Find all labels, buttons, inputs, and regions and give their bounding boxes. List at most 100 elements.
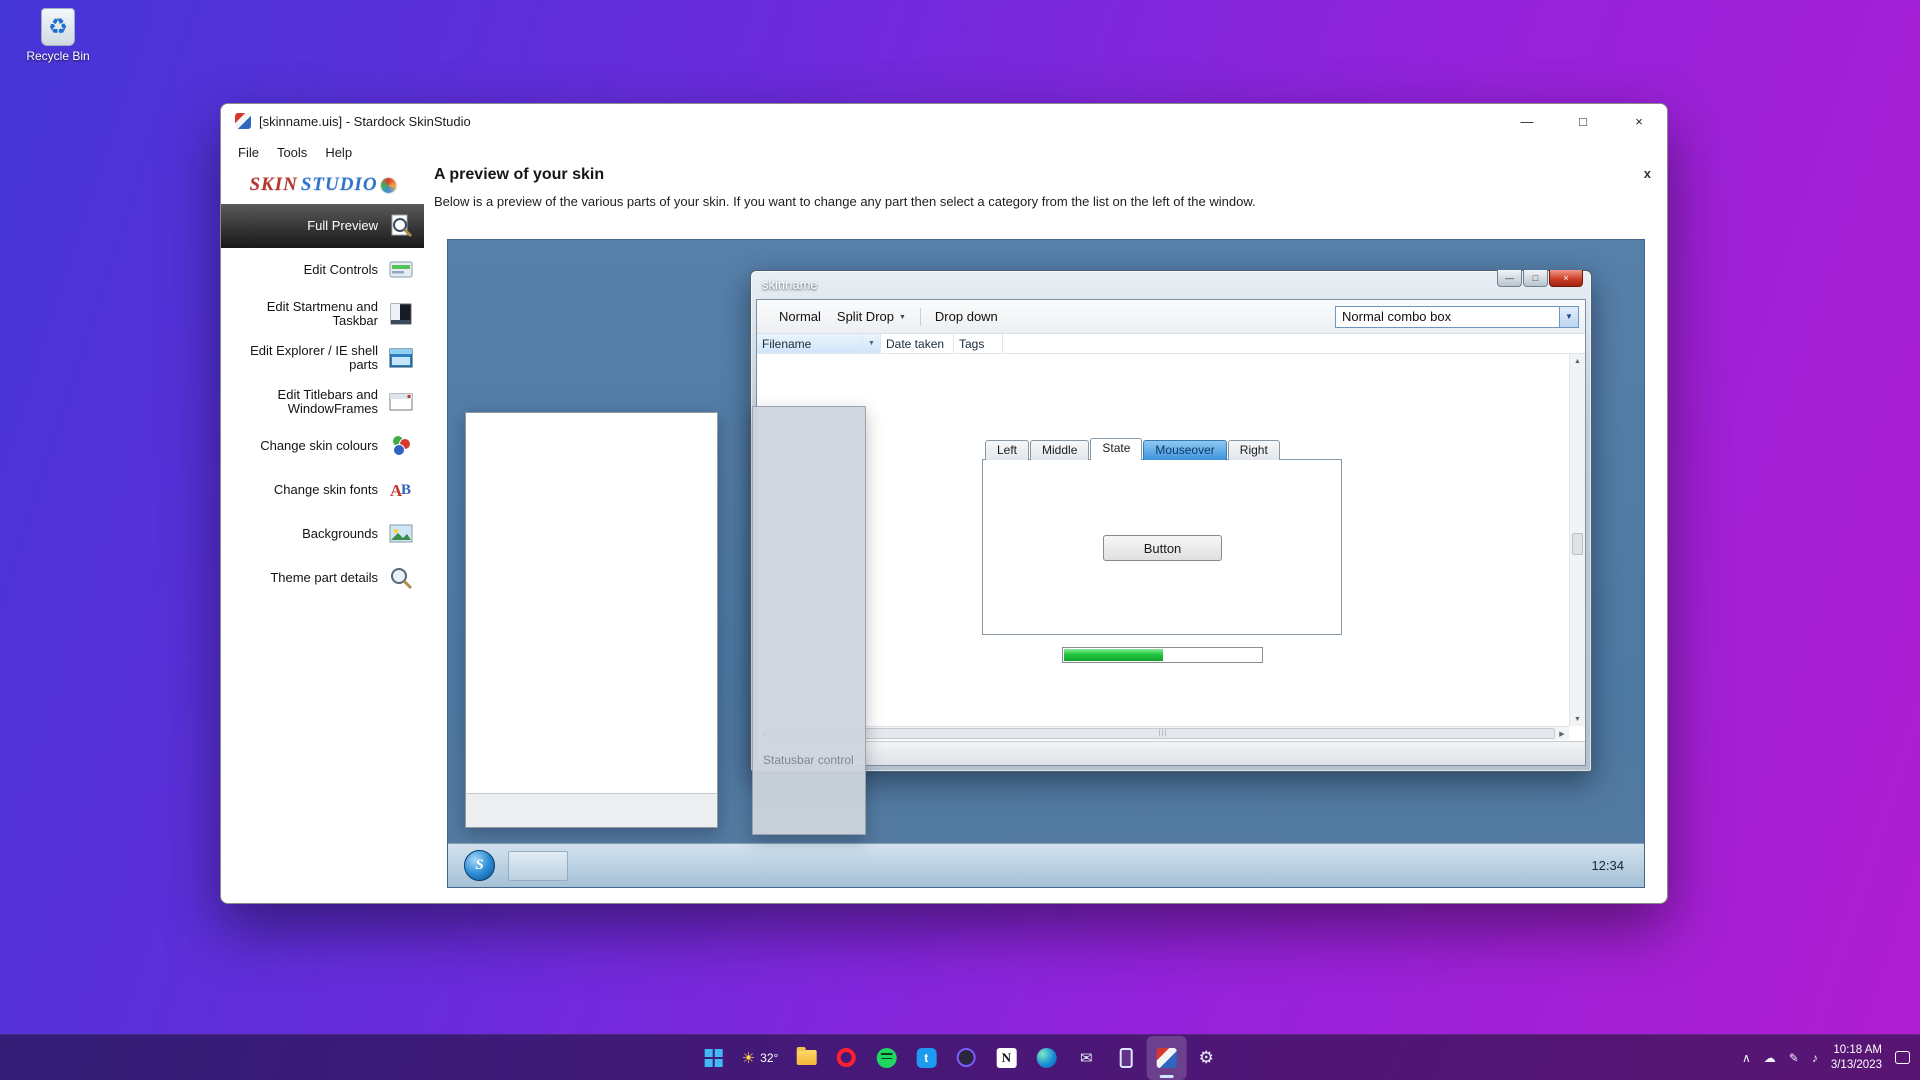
taskbar-center-icons: ☀ 32° t N ✉ ⚙ — [694, 1035, 1227, 1080]
volume-icon[interactable]: ♪ — [1812, 1051, 1818, 1065]
scroll-up-icon[interactable]: ▲ — [1570, 354, 1585, 368]
preview-maximize-button[interactable]: □ — [1523, 270, 1548, 287]
gear-icon: ⚙ — [1199, 1048, 1214, 1068]
preview-start-orb[interactable]: S — [464, 850, 495, 881]
vertical-scroll-thumb[interactable] — [1572, 533, 1583, 555]
notion-icon: N — [996, 1048, 1016, 1068]
scroll-grip-icon: ||| — [1159, 730, 1167, 737]
cloud-icon[interactable]: ☁ — [1764, 1051, 1776, 1065]
tab-state[interactable]: State — [1090, 438, 1142, 460]
twitter-icon: t — [916, 1048, 936, 1068]
recycle-bin[interactable]: ♻ Recycle Bin — [14, 8, 102, 63]
window-titlebar[interactable]: [skinname.uis] - Stardock SkinStudio — □… — [221, 104, 1667, 138]
tray-chevron-icon[interactable]: ∧ — [1742, 1051, 1751, 1065]
sidebar-item-edit-startmenu[interactable]: Edit Startmenu and Taskbar — [221, 292, 424, 336]
system-tray: ∧ ☁ ✎ ♪ 10:18 AM 3/13/2023 — [1742, 1035, 1910, 1080]
mail-icon: ✉ — [1080, 1049, 1093, 1067]
app-icon — [235, 113, 251, 129]
preview-toolbar: Normal Split Drop▼ Drop down Normal comb… — [757, 300, 1585, 334]
column-header-date-taken[interactable]: Date taken — [881, 334, 954, 353]
discord-icon — [957, 1048, 976, 1067]
column-header-tags[interactable]: Tags — [954, 334, 1003, 353]
close-icon: × — [1635, 114, 1643, 129]
edge-icon — [1036, 1048, 1056, 1068]
sidebar-item-skin-colours[interactable]: Change skin colours — [221, 424, 424, 468]
sidebar-item-full-preview[interactable]: Full Preview — [221, 204, 424, 248]
maximize-button[interactable]: □ — [1555, 104, 1611, 138]
menu-tools[interactable]: Tools — [268, 145, 316, 160]
sidebar-item-skin-fonts[interactable]: Change skin fonts AB — [221, 468, 424, 512]
split-drop-arrow-icon: ▼ — [899, 314, 906, 321]
horizontal-scrollbar[interactable]: ◀ ||| ▶ — [757, 726, 1569, 740]
settings-button[interactable]: ⚙ — [1186, 1036, 1226, 1080]
preview-window-statusbar — [757, 741, 1585, 765]
sidebar-item-edit-titlebars[interactable]: Edit Titlebars and WindowFrames — [221, 380, 424, 424]
toolbar-button-normal[interactable]: Normal — [771, 305, 829, 328]
tab-left[interactable]: Left — [985, 440, 1029, 460]
windows-taskbar: ☀ 32° t N ✉ ⚙ ∧ ☁ ✎ ♪ 10:18 AM 3/13/2023 — [0, 1034, 1920, 1080]
notifications-icon[interactable] — [1895, 1051, 1910, 1064]
tab-middle[interactable]: Middle — [1030, 440, 1089, 460]
close-button[interactable]: × — [1611, 104, 1667, 138]
toolbar-button-split-drop[interactable]: Split Drop▼ — [829, 305, 914, 328]
sidebar-item-edit-controls[interactable]: Edit Controls — [221, 248, 424, 292]
spotify-icon — [876, 1048, 896, 1068]
pen-input-icon[interactable]: ✎ — [1789, 1051, 1799, 1065]
opera-icon — [837, 1048, 856, 1067]
vertical-scrollbar[interactable]: ▲ ▼ — [1569, 354, 1585, 726]
minimize-icon: — — [1521, 114, 1534, 129]
skinstudio-window: [skinname.uis] - Stardock SkinStudio — □… — [220, 103, 1668, 904]
maximize-icon: □ — [1579, 114, 1587, 129]
window-controls: — □ × — [1499, 104, 1667, 138]
column-header-filename[interactable]: Filename — [757, 334, 863, 353]
preview-taskbar-button[interactable] — [508, 851, 568, 881]
skinstudio-logo: SKINSTUDIO — [221, 166, 424, 204]
mail-button[interactable]: ✉ — [1066, 1036, 1106, 1080]
tab-mouseover[interactable]: Mouseover — [1143, 440, 1226, 460]
statusbar-control-panel: Statusbar control — [752, 406, 866, 835]
skinstudio-taskbar-button[interactable] — [1146, 1036, 1186, 1080]
preview-window-titlebar[interactable]: skinname — □ × — [751, 271, 1591, 299]
titlebars-windowframes-icon — [387, 388, 415, 416]
normal-combo-box[interactable]: Normal combo box ▼ — [1335, 306, 1579, 328]
clock-date[interactable]: 10:18 AM 3/13/2023 — [1831, 1043, 1882, 1073]
column-filter-dropdown[interactable]: ▼ — [863, 334, 881, 353]
sample-button[interactable]: Button — [1103, 535, 1222, 561]
progress-bar — [1062, 647, 1263, 663]
preview-minimize-button[interactable]: — — [1497, 270, 1522, 287]
preview-taskbar: S 12:34 — [448, 843, 1644, 887]
discord-button[interactable] — [946, 1036, 986, 1080]
horizontal-scroll-thumb[interactable]: ||| — [771, 728, 1555, 739]
scroll-down-icon[interactable]: ▼ — [1570, 712, 1585, 726]
file-explorer-button[interactable] — [786, 1036, 826, 1080]
statusbar-control-label: Statusbar control — [763, 753, 854, 767]
preview-minimize-icon: — — [1505, 273, 1514, 283]
menu-file[interactable]: File — [229, 145, 268, 160]
toolbar-separator — [920, 308, 921, 326]
notion-button[interactable]: N — [986, 1036, 1026, 1080]
preview-close-button[interactable]: × — [1549, 270, 1583, 287]
start-button[interactable] — [694, 1036, 734, 1080]
tab-right[interactable]: Right — [1228, 440, 1280, 460]
skin-fonts-icon: AB — [387, 476, 415, 504]
preview-clock: 12:34 — [1591, 844, 1624, 888]
combo-dropdown-icon[interactable]: ▼ — [1559, 307, 1578, 327]
scroll-right-icon[interactable]: ▶ — [1555, 727, 1569, 740]
menu-help[interactable]: Help — [316, 145, 361, 160]
opera-button[interactable] — [826, 1036, 866, 1080]
minimize-button[interactable]: — — [1499, 104, 1555, 138]
sidebar-item-backgrounds[interactable]: Backgrounds — [221, 512, 424, 556]
window-title: [skinname.uis] - Stardock SkinStudio — [259, 114, 471, 129]
phone-link-button[interactable] — [1106, 1036, 1146, 1080]
spotify-button[interactable] — [866, 1036, 906, 1080]
twitter-button[interactable]: t — [906, 1036, 946, 1080]
edge-button[interactable] — [1026, 1036, 1066, 1080]
skin-preview-surface: skinname — □ × Normal Split Drop▼ Drop d… — [447, 239, 1645, 888]
preview-close-icon: × — [1563, 273, 1568, 283]
sidebar-item-theme-details[interactable]: Theme part details — [221, 556, 424, 600]
toolbar-button-drop-down[interactable]: Drop down — [927, 305, 1006, 328]
pane-close-button[interactable]: x — [1644, 166, 1651, 181]
weather-widget[interactable]: ☀ 32° — [734, 1036, 787, 1080]
sidebar-item-edit-explorer[interactable]: Edit Explorer / IE shell parts — [221, 336, 424, 380]
list-column-headers: Filename ▼ Date taken Tags — [757, 334, 1585, 354]
